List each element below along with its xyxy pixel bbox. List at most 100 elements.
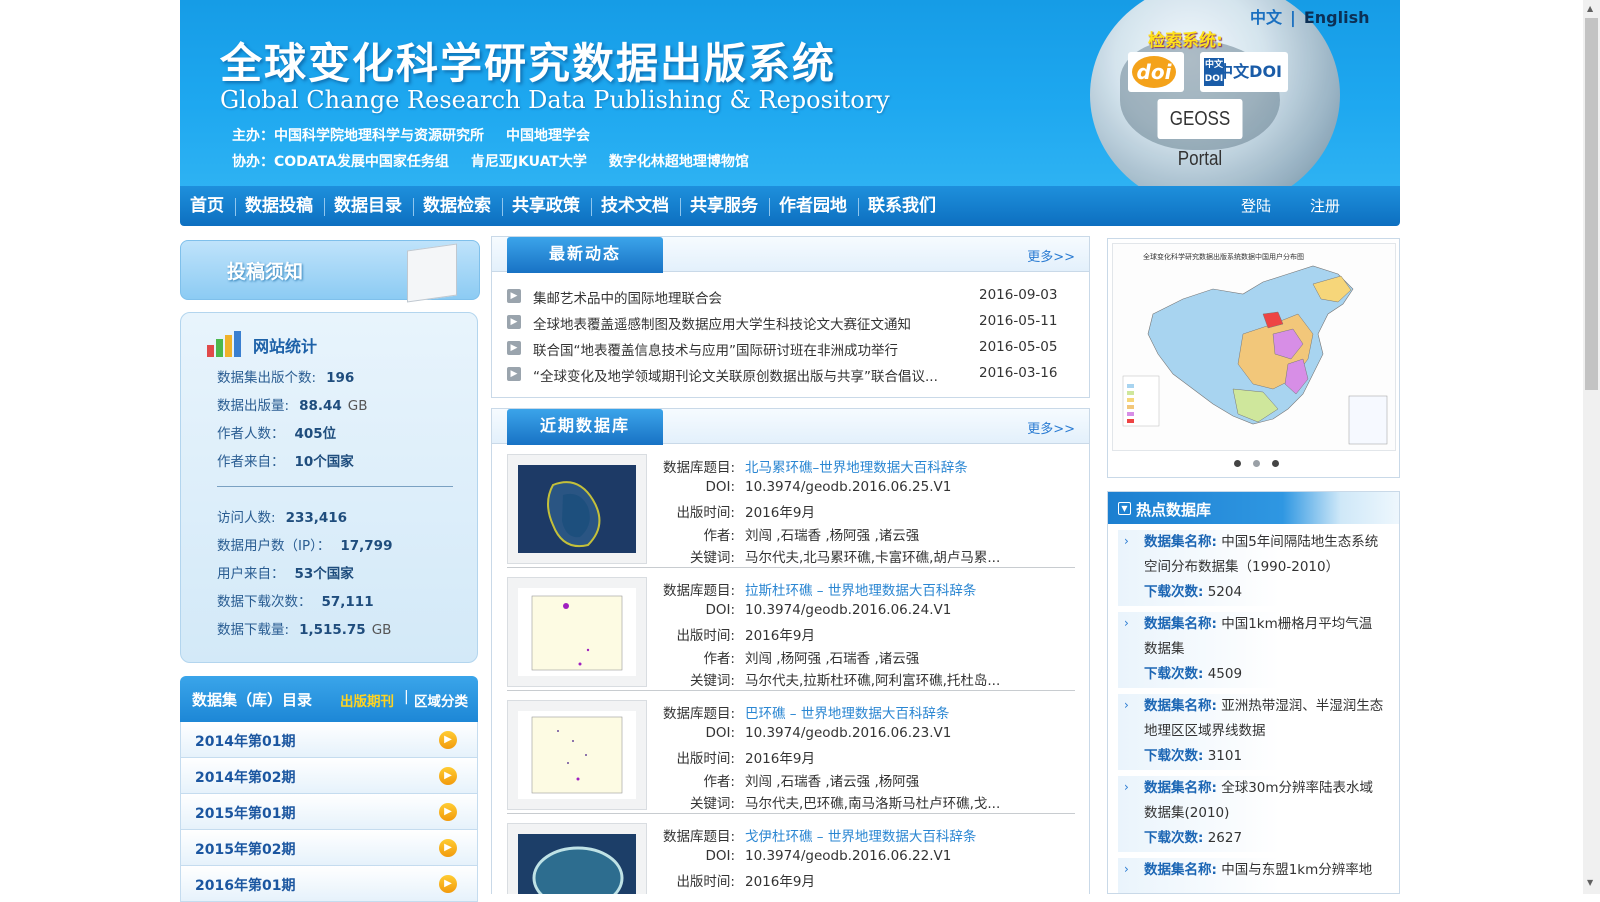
nav-data-catalog[interactable]: 数据目录 xyxy=(334,186,402,226)
db-info: 数据库题目: 戈伊杜环礁 – 世界地理数据大百科辞条 DOI: 10.3974/ge… xyxy=(663,825,976,893)
db-thumbnail[interactable] xyxy=(507,577,647,687)
bullet-arrow-icon: ▶ xyxy=(507,289,521,303)
catalog-item-label: 2014年第01期 xyxy=(195,734,296,750)
scroll-down-icon[interactable]: ▼ xyxy=(1587,878,1593,887)
stat-unit: GB xyxy=(371,622,392,638)
arrow-right-icon: ▶ xyxy=(439,803,457,821)
nav-data-search[interactable]: 数据检索 xyxy=(423,186,491,226)
catalog-tab-regions[interactable]: 区域分类 xyxy=(414,690,468,710)
hot-db-item[interactable]: › 数据集名称: 中国1km栅格月平均气温数据集 下载次数: 4509 xyxy=(1118,612,1388,688)
news-more-link[interactable]: 更多>> xyxy=(1027,246,1075,265)
hot-db-name-label: 数据集名称: xyxy=(1144,780,1217,796)
catalog-item-label: 2014年第02期 xyxy=(195,770,296,786)
arrow-right-icon: ▶ xyxy=(439,875,457,893)
db-label: 数据库题目: xyxy=(663,706,736,722)
hot-db-item[interactable]: › 数据集名称: 亚洲热带湿润、半湿润生态地理区区域界线数据 下载次数: 310… xyxy=(1118,694,1388,770)
db-info: 数据库题目: 北马累环礁–世界地理数据大百科辞条 DOI: 10.3974/geod… xyxy=(663,456,1000,569)
catalog-item[interactable]: 2016年第01期 ▶ xyxy=(180,866,478,902)
login-link[interactable]: 登陆 xyxy=(1241,186,1271,226)
news-title: 集邮艺术品中的国际地理联合会 xyxy=(533,291,722,307)
db-info: 数据库题目: 拉斯杜环礁 – 世界地理数据大百科辞条 DOI: 10.3974/ge… xyxy=(663,579,1000,692)
atoll-map-image xyxy=(518,588,636,676)
nav-contact-us[interactable]: 联系我们 xyxy=(868,186,936,226)
carousel-dot[interactable] xyxy=(1234,460,1241,467)
lang-separator: | xyxy=(1290,8,1296,27)
nav-divider xyxy=(413,198,414,216)
db-divider xyxy=(507,690,1075,691)
news-item[interactable]: ▶ 联合国“地表覆盖信息技术与应用”国际研讨班在非洲成功举行 2016-05-05 xyxy=(507,339,1077,361)
submission-guide-banner[interactable]: 投稿须知 xyxy=(180,240,480,303)
calendar-icon xyxy=(407,243,457,303)
news-item[interactable]: ▶ “全球变化及地学领域期刊论文关联原创数据出版与共享”联合倡议... 2016-0… xyxy=(507,365,1077,387)
db-thumbnail[interactable] xyxy=(507,454,647,564)
news-item[interactable]: ▶ 全球地表覆盖遥感制图及数据应用大学生科技论文大赛征文通知 2016-05-11 xyxy=(507,313,1077,335)
china-user-map[interactable]: 全球变化科学研究数据出版系统数据中国用户分布图 xyxy=(1112,243,1396,451)
hot-db-downloads: 2627 xyxy=(1207,830,1243,846)
db-thumbnail[interactable] xyxy=(507,823,647,894)
news-panel: 最新动态 更多>> ▶ 集邮艺术品中的国际地理联合会 2016-09-03 ▶ 全球地… xyxy=(491,236,1090,398)
news-title: “全球变化及地学领域期刊论文关联原创数据出版与共享”联合倡议... xyxy=(533,369,938,385)
lang-english-link[interactable]: English xyxy=(1304,8,1370,27)
stat-value: 405位 xyxy=(294,426,337,442)
co-host-3: 数字化林超地理博物馆 xyxy=(608,154,749,170)
recent-db-more-link[interactable]: 更多>> xyxy=(1027,418,1075,437)
page-scrollbar[interactable]: ▲ ▼ xyxy=(1583,0,1600,894)
nav-sharing-service[interactable]: 共享服务 xyxy=(690,186,758,226)
db-date: 2016年9月 xyxy=(745,874,815,891)
arrow-right-icon: ▶ xyxy=(439,731,457,749)
news-item[interactable]: ▶ 集邮艺术品中的国际地理联合会 2016-09-03 xyxy=(507,287,1077,309)
catalog-item[interactable]: 2015年第02期 ▶ xyxy=(180,830,478,866)
chinese-doi-link[interactable]: 中文 DOI 中文DOI xyxy=(1200,52,1288,92)
scroll-up-icon[interactable]: ▲ xyxy=(1587,4,1593,13)
register-link[interactable]: 注册 xyxy=(1310,186,1340,226)
carousel-dot[interactable] xyxy=(1272,460,1279,467)
site-stats-panel: 网站统计 数据集出版个数: 196 数据出版量: 88.44 GB 作者人数： 405位… xyxy=(180,312,478,663)
db-label: 出版时间: xyxy=(676,628,735,645)
db-thumbnail[interactable] xyxy=(507,700,647,810)
header-banner: 全球变化科学研究数据出版系统 Global Change Research Da… xyxy=(180,0,1400,193)
doi-link[interactable]: doi xyxy=(1128,52,1184,92)
db-keywords: 马尔代夫,拉斯杜环礁,阿利富环礁,托杜岛... xyxy=(745,673,1001,690)
geoss-portal-link[interactable]: GEOSS Portal xyxy=(1157,99,1243,170)
nav-author-corner[interactable]: 作者园地 xyxy=(779,186,847,226)
hot-db-item[interactable]: › 数据集名称: 中国5年间隔陆地生态系统空间分布数据集（1990-2010） … xyxy=(1118,530,1388,606)
catalog-item[interactable]: 2014年第01期 ▶ xyxy=(180,722,478,758)
hot-db-name-label: 数据集名称: xyxy=(1144,616,1217,632)
db-title-link[interactable]: 北马累环礁–世界地理数据大百科辞条 xyxy=(745,460,968,476)
news-tab[interactable]: 最新动态 xyxy=(507,237,663,273)
lang-chinese-link[interactable]: 中文 xyxy=(1250,8,1282,27)
stat-users: 数据用户数（IP）： 17,799 xyxy=(217,534,392,554)
news-date: 2016-09-03 xyxy=(979,287,1058,303)
hot-db-dl-label: 下载次数: xyxy=(1144,666,1204,682)
stat-visitors: 访问人数: 233,416 xyxy=(217,506,347,526)
db-title-link[interactable]: 拉斯杜环礁 – 世界地理数据大百科辞条 xyxy=(745,583,976,599)
hot-db-item[interactable]: › 数据集名称: 中国与东盟1km分辨率地 xyxy=(1118,858,1388,893)
carousel-dot[interactable] xyxy=(1253,460,1260,467)
news-panel-header: 最新动态 更多>> xyxy=(492,237,1089,273)
db-title-link[interactable]: 巴环礁 – 世界地理数据大百科辞条 xyxy=(745,706,949,722)
catalog-item-label: 2015年第02期 xyxy=(195,842,296,858)
nav-home[interactable]: 首页 xyxy=(190,186,224,226)
catalog-header: 数据集（库）目录 出版期刊 | 区域分类 xyxy=(180,676,478,722)
hot-db-item[interactable]: › 数据集名称: 全球30m分辨率陆表水域数据集(2010) 下载次数: 262… xyxy=(1118,776,1388,852)
recent-db-tab[interactable]: 近期数据库 xyxy=(507,409,663,445)
catalog-tab-issues[interactable]: 出版期刊 xyxy=(340,690,394,710)
db-authors: 刘闯 ,杨阿强 ,石瑞香 ,诸云强 xyxy=(745,650,920,667)
db-label: 数据库题目: xyxy=(663,829,736,845)
nav-sharing-policy[interactable]: 共享政策 xyxy=(512,186,580,226)
nav-tech-docs[interactable]: 技术文档 xyxy=(601,186,669,226)
search-system-title: 检索系统: xyxy=(1148,31,1223,51)
db-title-link[interactable]: 戈伊杜环礁 – 世界地理数据大百科辞条 xyxy=(745,829,976,845)
catalog-item[interactable]: 2014年第02期 ▶ xyxy=(180,758,478,794)
nav-submit-data[interactable]: 数据投稿 xyxy=(245,186,313,226)
stat-label: 数据下载次数： xyxy=(217,594,312,610)
db-doi: 10.3974/geodb.2016.06.22.V1 xyxy=(745,847,952,864)
host-2: 中国地理学会 xyxy=(506,128,590,144)
page: 全球变化科学研究数据出版系统 Global Change Research Da… xyxy=(180,0,1400,902)
collapse-icon[interactable]: ▼ xyxy=(1118,502,1131,515)
bullet-arrow-icon: ▶ xyxy=(507,341,521,355)
scrollbar-thumb[interactable] xyxy=(1585,18,1598,390)
db-doi: 10.3974/geodb.2016.06.23.V1 xyxy=(745,724,952,741)
chevron-right-icon: › xyxy=(1124,616,1129,630)
catalog-item[interactable]: 2015年第01期 ▶ xyxy=(180,794,478,830)
